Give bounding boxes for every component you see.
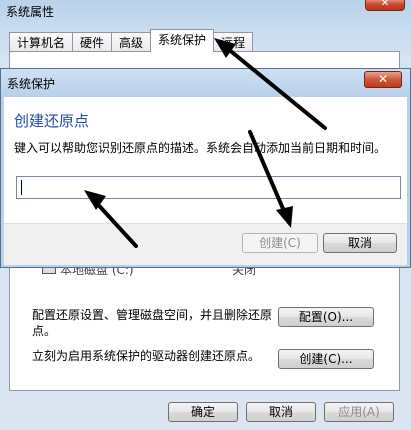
create-restore-point-button[interactable]: 创建(C)... [278, 349, 374, 369]
tab-system-protection[interactable]: 系统保护 [150, 29, 215, 52]
dialog-title: 系统保护 [7, 77, 56, 91]
text-caret [21, 180, 22, 195]
dialog-close-button[interactable]: ✕ [364, 71, 402, 88]
configure-button[interactable]: 配置(O)... [278, 307, 374, 327]
apply-button[interactable]: 应用(A) [324, 402, 394, 422]
create-description: 立刻为启用系统保护的驱动器创建还原点。 [32, 349, 261, 363]
system-protection-dialog: 系统保护 ✕ 创建还原点 键入可以帮助您识别还原点的描述。系统会自动添加当前日期… [0, 68, 411, 268]
tab-hardware[interactable]: 硬件 [72, 32, 113, 52]
close-button[interactable]: ✕ [365, 0, 405, 11]
tab-advanced[interactable]: 高级 [111, 32, 152, 52]
dialog-titlebar: 系统保护 ✕ [1, 69, 410, 95]
tab-bar: 计算机名 硬件 高级 系统保护 远程 [9, 29, 254, 52]
tab-remote[interactable]: 远程 [213, 32, 254, 52]
close-icon: ✕ [377, 72, 389, 86]
tab-computer-name[interactable]: 计算机名 [9, 32, 74, 52]
dialog-heading: 创建还原点 [14, 112, 90, 130]
dialog-cancel-button[interactable]: 取消 [323, 233, 397, 253]
cancel-button[interactable]: 取消 [246, 402, 316, 422]
ok-button[interactable]: 确定 [168, 402, 238, 422]
dialog-create-button[interactable]: 创建(C) [242, 233, 318, 253]
close-icon: ✕ [380, 0, 390, 9]
configure-description: 配置还原设置、管理磁盘空间，并且删除还原点。 [32, 308, 273, 338]
restore-point-description-input[interactable] [16, 176, 401, 199]
window-title: 系统属性 [6, 5, 55, 19]
dialog-description: 键入可以帮助您识别还原点的描述。系统会自动添加当前日期和时间。 [14, 141, 387, 155]
